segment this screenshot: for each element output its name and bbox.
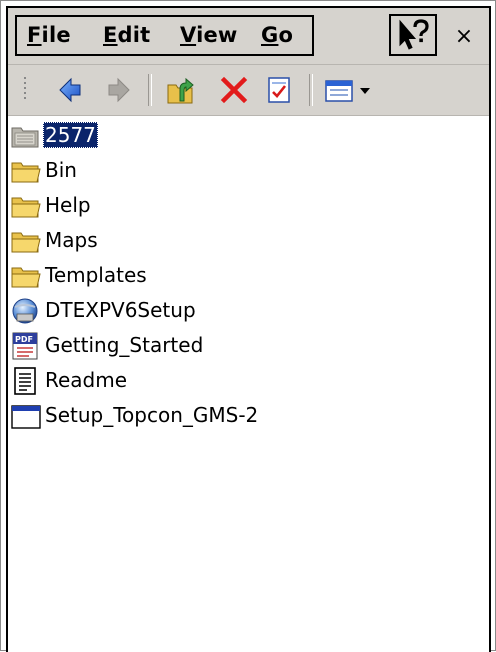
- back-icon: [59, 77, 81, 103]
- menu-edit[interactable]: Edit: [103, 23, 150, 47]
- list-item-name: Readme: [45, 368, 128, 392]
- views-dropdown-button[interactable]: [322, 75, 378, 105]
- menu-view[interactable]: View: [180, 23, 238, 47]
- toolbar-separator: [309, 74, 313, 106]
- delete-button[interactable]: [219, 75, 249, 105]
- application-icon: [11, 405, 41, 429]
- menu-view-label: iew: [196, 23, 238, 47]
- text-document-icon: [14, 367, 36, 395]
- list-item-name: DTEXPV6Setup: [45, 298, 196, 322]
- installer-icon: [12, 298, 38, 324]
- list-item-name: Setup_Topcon_GMS-2: [45, 403, 259, 427]
- menu-go[interactable]: Go: [261, 23, 293, 47]
- folder-icon: [11, 267, 41, 288]
- folder-icon: [11, 162, 41, 183]
- whats-this-help-icon: [399, 19, 429, 50]
- up-folder-icon: [167, 77, 194, 104]
- properties-button[interactable]: [264, 75, 294, 105]
- toolbar-separator: [148, 74, 152, 106]
- toolbar: [8, 65, 489, 116]
- file-explorer-window: File Edit View Go × 2577 Bin Help Maps T…: [6, 6, 491, 652]
- list-item-name: Maps: [45, 228, 98, 252]
- window-frame: File Edit View Go × 2577 Bin Help Maps T…: [0, 0, 496, 652]
- list-item-name: Bin: [45, 158, 77, 182]
- properties-icon: [268, 77, 290, 103]
- back-button[interactable]: [56, 75, 86, 105]
- menu-group: File Edit View Go: [15, 15, 314, 56]
- list-item-name: Help: [45, 193, 91, 217]
- menu-edit-label: dit: [117, 23, 151, 47]
- list-item-name: 2577: [43, 122, 98, 148]
- menu-file[interactable]: File: [27, 23, 71, 47]
- folder-icon: [11, 232, 41, 253]
- pdf-icon: PDF: [12, 332, 38, 360]
- menu-go-label: o: [278, 23, 294, 47]
- menu-file-mnemonic: F: [27, 23, 42, 47]
- network-folder-icon: [11, 127, 39, 148]
- forward-icon: [108, 77, 130, 103]
- folder-icon: [11, 197, 41, 218]
- up-folder-button[interactable]: [165, 75, 195, 105]
- views-icon: [325, 80, 370, 102]
- forward-button[interactable]: [103, 75, 133, 105]
- list-item-name: Templates: [45, 263, 147, 287]
- toolbar-grip[interactable]: [22, 77, 28, 103]
- whats-this-help-button[interactable]: [389, 14, 437, 56]
- menu-view-mnemonic: V: [180, 23, 197, 47]
- svg-text:PDF: PDF: [15, 335, 33, 344]
- menu-file-label: ile: [41, 23, 71, 47]
- menu-bar: File Edit View Go ×: [8, 8, 489, 65]
- menu-go-mnemonic: G: [261, 23, 279, 47]
- delete-icon: [220, 76, 248, 104]
- close-button[interactable]: ×: [446, 20, 482, 54]
- menu-edit-mnemonic: E: [103, 23, 118, 47]
- list-item-name: Getting_Started: [45, 333, 204, 357]
